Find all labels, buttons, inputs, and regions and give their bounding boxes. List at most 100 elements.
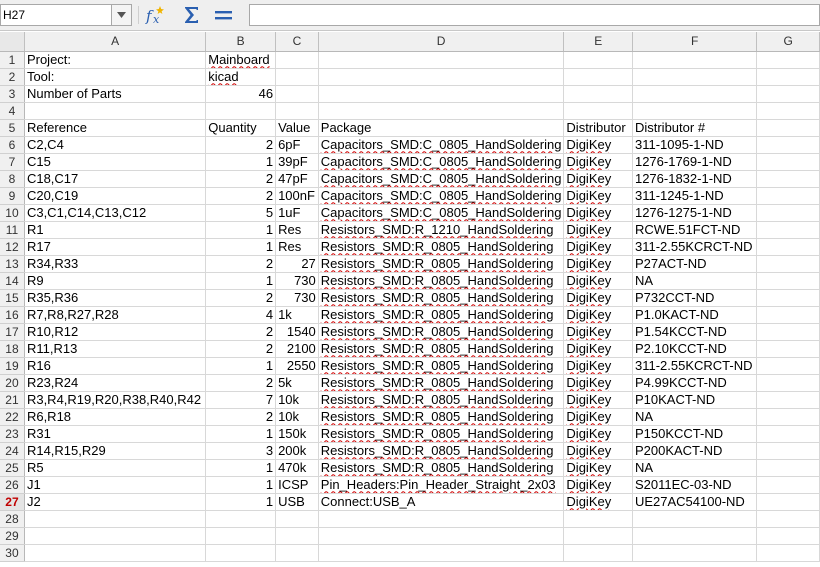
cell-g14[interactable] [756,272,820,290]
cell-g28[interactable] [756,510,820,528]
cell-f19[interactable]: 311-2.55KCRCT-ND [632,357,758,375]
row-header[interactable]: 4 [0,102,25,120]
cell-d9[interactable]: Capacitors_SMD:C_0805_HandSoldering [318,187,565,205]
cell-e14[interactable]: DigiKey [563,272,633,290]
cell-a5[interactable]: Reference [24,119,207,137]
cell-a25[interactable]: R5 [24,459,207,477]
cell-a2[interactable]: Tool: [24,68,207,86]
column-header-b[interactable]: B [205,32,277,52]
cell-d11[interactable]: Resistors_SMD:R_1210_HandSoldering [318,221,565,239]
cell-b30[interactable] [205,544,277,562]
cell-a30[interactable] [24,544,207,562]
cell-c14[interactable]: 730 [275,272,319,290]
cell-f5[interactable]: Distributor # [632,119,758,137]
cell-c5[interactable]: Value [275,119,319,137]
cell-c2[interactable] [275,68,319,86]
cell-d19[interactable]: Resistors_SMD:R_0805_HandSoldering [318,357,565,375]
cell-f6[interactable]: 311-1095-1-ND [632,136,758,154]
row-header[interactable]: 21 [0,391,25,409]
cell-b8[interactable]: 2 [205,170,277,188]
cell-b25[interactable]: 1 [205,459,277,477]
cell-f28[interactable] [632,510,758,528]
cell-e1[interactable] [563,51,633,69]
cell-e25[interactable]: DigiKey [563,459,633,477]
cell-e13[interactable]: DigiKey [563,255,633,273]
cell-a14[interactable]: R9 [24,272,207,290]
cell-d30[interactable] [318,544,565,562]
cell-a12[interactable]: R17 [24,238,207,256]
cell-d18[interactable]: Resistors_SMD:R_0805_HandSoldering [318,340,565,358]
cell-b27[interactable]: 1 [205,493,277,511]
cell-g17[interactable] [756,323,820,341]
cell-e11[interactable]: DigiKey [563,221,633,239]
cell-c11[interactable]: Res [275,221,319,239]
cell-c28[interactable] [275,510,319,528]
cell-g6[interactable] [756,136,820,154]
cell-b6[interactable]: 2 [205,136,277,154]
cell-b2[interactable]: kicad [205,68,277,86]
cell-g11[interactable] [756,221,820,239]
cell-g7[interactable] [756,153,820,171]
cell-b13[interactable]: 2 [205,255,277,273]
cell-d17[interactable]: Resistors_SMD:R_0805_HandSoldering [318,323,565,341]
cell-g18[interactable] [756,340,820,358]
row-header[interactable]: 7 [0,153,25,171]
cell-b7[interactable]: 1 [205,153,277,171]
cell-f30[interactable] [632,544,758,562]
cell-c18[interactable]: 2100 [275,340,319,358]
cell-e20[interactable]: DigiKey [563,374,633,392]
row-header[interactable]: 23 [0,425,25,443]
cell-e6[interactable]: DigiKey [563,136,633,154]
cell-a24[interactable]: R14,R15,R29 [24,442,207,460]
cell-f25[interactable]: NA [632,459,758,477]
cell-a1[interactable]: Project: [24,51,207,69]
cell-d5[interactable]: Package [318,119,565,137]
cell-a10[interactable]: C3,C1,C14,C13,C12 [24,204,207,222]
cell-f12[interactable]: 311-2.55KCRCT-ND [632,238,758,256]
column-header-f[interactable]: F [632,32,758,52]
cell-c20[interactable]: 5k [275,374,319,392]
cell-g1[interactable] [756,51,820,69]
cell-b15[interactable]: 2 [205,289,277,307]
cell-a29[interactable] [24,527,207,545]
cell-b23[interactable]: 1 [205,425,277,443]
cell-c29[interactable] [275,527,319,545]
cell-f21[interactable]: P10KACT-ND [632,391,758,409]
cell-d1[interactable] [318,51,565,69]
cell-c6[interactable]: 6pF [275,136,319,154]
cell-b17[interactable]: 2 [205,323,277,341]
cell-g10[interactable] [756,204,820,222]
cell-b11[interactable]: 1 [205,221,277,239]
cell-f16[interactable]: P1.0KACT-ND [632,306,758,324]
cell-f11[interactable]: RCWE.51FCT-ND [632,221,758,239]
cell-a9[interactable]: C20,C19 [24,187,207,205]
row-header[interactable]: 8 [0,170,25,188]
cell-g21[interactable] [756,391,820,409]
cell-b29[interactable] [205,527,277,545]
row-header[interactable]: 17 [0,323,25,341]
row-header[interactable]: 5 [0,119,25,137]
select-all-corner[interactable] [0,32,25,52]
cell-c7[interactable]: 39pF [275,153,319,171]
cell-b4[interactable] [205,102,277,120]
column-header-c[interactable]: C [275,32,319,52]
cell-a27[interactable]: J2 [24,493,207,511]
cell-g24[interactable] [756,442,820,460]
cell-g4[interactable] [756,102,820,120]
cell-e15[interactable]: DigiKey [563,289,633,307]
cell-e19[interactable]: DigiKey [563,357,633,375]
column-header-e[interactable]: E [563,32,633,52]
cell-g29[interactable] [756,527,820,545]
row-header[interactable]: 26 [0,476,25,494]
row-header[interactable]: 3 [0,85,25,103]
cell-e7[interactable]: DigiKey [563,153,633,171]
row-header[interactable]: 6 [0,136,25,154]
cell-a20[interactable]: R23,R24 [24,374,207,392]
cell-a28[interactable] [24,510,207,528]
cell-e18[interactable]: DigiKey [563,340,633,358]
cell-c10[interactable]: 1uF [275,204,319,222]
cell-d8[interactable]: Capacitors_SMD:C_0805_HandSoldering [318,170,565,188]
cell-g3[interactable] [756,85,820,103]
cell-f13[interactable]: P27ACT-ND [632,255,758,273]
row-header[interactable]: 14 [0,272,25,290]
